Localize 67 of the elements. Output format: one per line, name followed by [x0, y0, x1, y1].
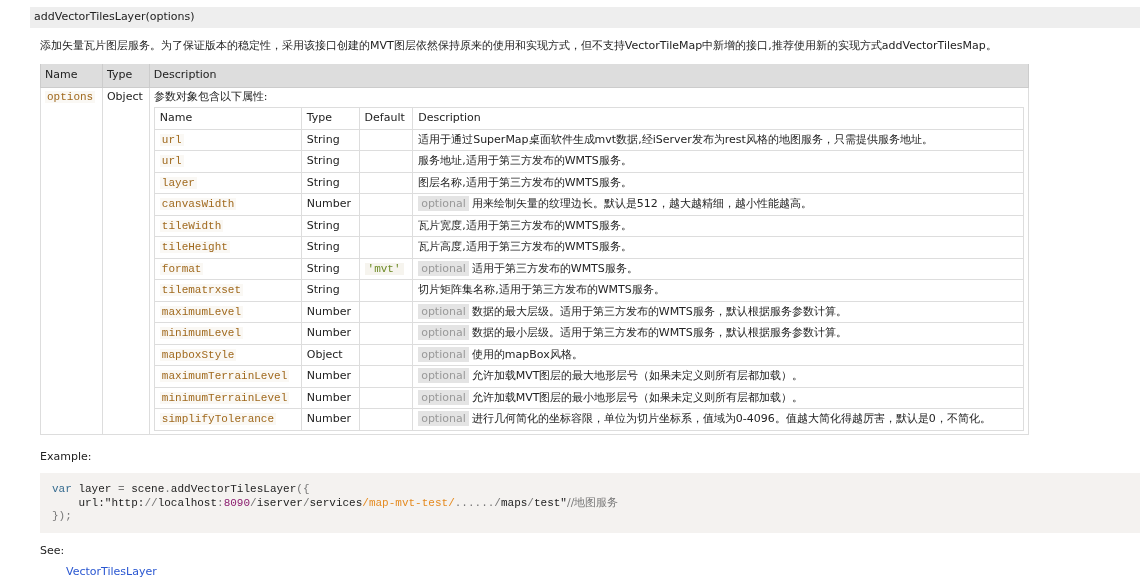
- table-cell: 适用于通过SuperMap桌面软件生成mvt数据,经iServer发布为rest风格的地图服务，只需提供服务地址。: [418, 132, 933, 146]
- param-name: url: [159, 155, 184, 167]
- column-header: Description: [149, 64, 1029, 87]
- optional-tag: optional: [418, 368, 469, 383]
- table-cell: String: [301, 258, 360, 280]
- table-cell: 允许加载MVT图层的最小地形层号（如果未定义则所有层都加载）。: [471, 390, 804, 404]
- param-name: maximumLevel: [159, 305, 244, 318]
- table-cell: 切片矩阵集名称,适用于第三方发布的WMTS服务。: [418, 283, 665, 296]
- section-label: Example:: [40, 448, 93, 465]
- param-name: url: [159, 133, 184, 146]
- table-cell: 适用于第三方发布的WMTS服务。: [471, 261, 638, 275]
- param-name: options: [45, 90, 96, 103]
- table-cell: String: [301, 172, 360, 194]
- param-name: format: [159, 262, 204, 275]
- reference-link[interactable]: VectorTilesLayer: [66, 564, 157, 578]
- table-cell: String: [301, 150, 360, 172]
- table-cell: Object: [301, 344, 360, 366]
- table-cell: Number: [301, 408, 360, 430]
- optional-tag: optional: [418, 325, 469, 340]
- param-name: layer: [159, 176, 197, 189]
- table-cell: Number: [301, 193, 360, 215]
- table-cell: Object: [102, 87, 150, 434]
- param-name: canvasWidth: [159, 198, 237, 210]
- column-header: Default: [359, 107, 413, 129]
- optional-tag: optional: [418, 411, 469, 426]
- param-name: minimumTerrainLevel: [159, 391, 290, 404]
- table-cell: 数据的最小层级。适用于第三方发布的WMTS服务，默认根据服务参数计算。: [471, 326, 847, 339]
- table-cell-text: 参数对象包含以下属性:: [153, 88, 269, 105]
- table-cell: 图层名称,适用于第三方发布的WMTS服务。: [418, 175, 632, 189]
- table-cell: String: [301, 129, 360, 151]
- param-name: mapboxStyle: [159, 348, 237, 361]
- column-header: Type: [301, 107, 360, 129]
- param-name: maximumTerrainLevel: [159, 370, 290, 382]
- table-cell: String: [301, 236, 360, 258]
- table-cell: Number: [301, 387, 360, 409]
- table-cell: 使用的mapBox风格。: [471, 347, 583, 361]
- table-cell: 用来绘制矢量的纹理边长。默认是512，越大越精细，越小性能越高。: [471, 197, 812, 210]
- table-cell: 数据的最大层级。适用于第三方发布的WMTS服务，默认根据服务参数计算。: [471, 304, 847, 318]
- section-label: See:: [40, 543, 66, 559]
- table-cell: Number: [301, 301, 360, 323]
- table-cell: 服务地址,适用于第三方发布的WMTS服务。: [418, 154, 632, 167]
- optional-tag: optional: [418, 260, 469, 276]
- column-header: Name: [40, 64, 103, 87]
- table-cell: 瓦片高度,适用于第三方发布的WMTS服务。: [418, 240, 632, 253]
- default-value: 'mvt': [364, 262, 404, 275]
- optional-tag: optional: [418, 196, 469, 211]
- table-cell: 进行几何简化的坐标容限，单位为切片坐标系，值域为0-4096。值越大简化得越厉害，默认是0，不简化。: [471, 412, 991, 425]
- description-text: 添加矢量瓦片图层服务。为了保证版本的稳定性，采用该接口创建的MVT图层依然保持原来的使用和实现方式，但不支持VectorTileMap中新增的接口,推荐使用新的实现方式addVectorTilesMap。: [40, 37, 998, 54]
- param-name: tileWidth: [159, 219, 224, 232]
- param-name: tilematrxset: [159, 284, 244, 296]
- table-cell: Number: [301, 365, 360, 387]
- param-name: minimumLevel: [159, 327, 244, 339]
- table-cell: 允许加载MVT图层的最大地形层号（如果未定义则所有层都加载）。: [471, 369, 804, 382]
- column-header: Type: [102, 64, 150, 87]
- table-cell: 瓦片宽度,适用于第三方发布的WMTS服务。: [418, 218, 632, 232]
- optional-tag: optional: [418, 346, 469, 362]
- column-header: Name: [154, 107, 302, 129]
- param-name: tileHeight: [159, 241, 230, 253]
- column-header: Description: [412, 107, 1024, 129]
- optional-tag: optional: [418, 389, 469, 405]
- optional-tag: optional: [418, 303, 469, 319]
- param-name: simplifyTolerance: [159, 413, 277, 425]
- table-cell: String: [301, 279, 360, 301]
- code-block: var layer = scene.addVectorTilesLayer({ url:"http://localhost:8090/iserver/services/map-mvt-test/....../maps/test"//地图服务 });: [40, 473, 1140, 533]
- table-cell: Number: [301, 322, 360, 344]
- table-cell: String: [301, 215, 360, 237]
- method-signature: addVectorTilesLayer(options): [30, 7, 1140, 28]
